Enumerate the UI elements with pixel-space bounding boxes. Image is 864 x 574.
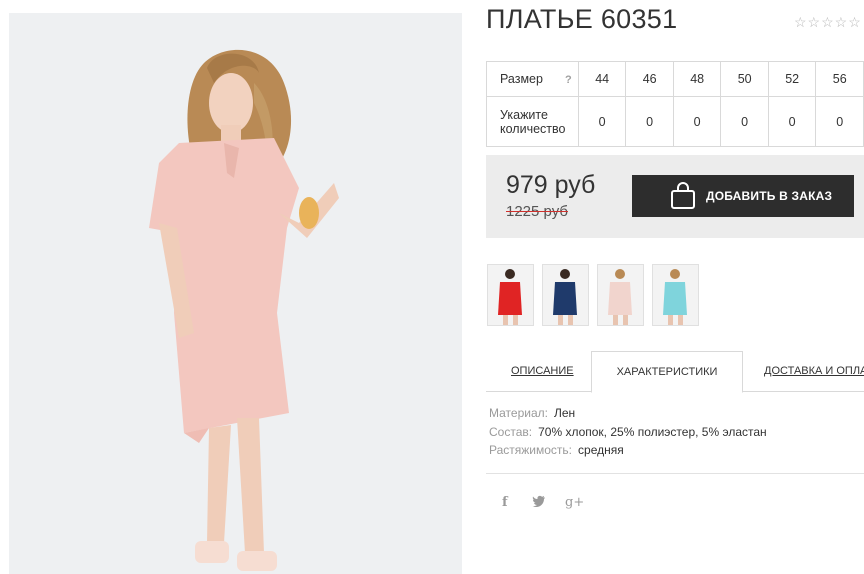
thumbnail-red[interactable] [487, 264, 534, 326]
size-cell-44: 44 [577, 61, 627, 97]
spec-composition: Состав: 70% хлопок, 25% полиэстер, 5% эла… [489, 425, 767, 439]
quantity-input-56[interactable]: 0 [815, 96, 864, 147]
quantity-input-44[interactable]: 0 [577, 96, 627, 147]
product-main-photo[interactable] [9, 13, 462, 574]
quantity-input-50[interactable]: 0 [720, 96, 769, 147]
quantity-input-48[interactable]: 0 [672, 96, 722, 147]
spec-stretch: Растяжимость: средняя [489, 443, 624, 457]
tab-delivery[interactable]: ДОСТАВКА И ОПЛАТА [764, 351, 864, 391]
spec-value: средняя [578, 443, 624, 457]
size-label: Размер [500, 72, 543, 86]
add-to-order-label: ДОБАВИТЬ В ЗАКАЗ [706, 189, 833, 203]
current-price: 979 руб [506, 171, 596, 199]
add-to-order-button[interactable]: ДОБАВИТЬ В ЗАКАЗ [632, 175, 854, 217]
thumbnail-navy[interactable] [542, 264, 589, 326]
size-cell-46: 46 [625, 61, 674, 97]
buy-box: 979 руб 1225 руб ДОБАВИТЬ В ЗАКАЗ [486, 155, 864, 238]
divider [486, 473, 864, 474]
tab-description[interactable]: ОПИСАНИЕ [511, 351, 574, 391]
tab-characteristics[interactable]: ХАРАКТЕРИСТИКИ [591, 351, 743, 393]
facebook-icon[interactable]: f [502, 495, 508, 510]
spec-key: Состав: [489, 425, 533, 439]
spec-value: 70% хлопок, 25% полиэстер, 5% эластан [538, 425, 767, 439]
google-plus-icon[interactable]: g+ [565, 495, 584, 510]
rating-stars-icon[interactable]: ☆☆☆☆☆ [794, 14, 862, 31]
shopping-bag-icon [670, 182, 696, 210]
spec-value: Лен [553, 406, 576, 420]
size-row: Размер? 44 46 48 50 52 56 [486, 61, 864, 97]
quantity-row: Укажите количество 0 0 0 0 0 0 [486, 96, 864, 147]
size-cell-52: 52 [767, 61, 817, 97]
size-quantity-table: Размер? 44 46 48 50 52 56 Укажите количе… [486, 61, 864, 147]
product-title: ПЛАТЬЕ 60351 [486, 4, 678, 34]
old-price: 1225 руб [506, 203, 568, 220]
quantity-label: Укажите количество [486, 96, 579, 147]
help-icon[interactable]: ? [565, 74, 572, 86]
model-illustration [9, 13, 462, 574]
twitter-icon[interactable] [532, 495, 546, 511]
spec-material: Материал: Лен [489, 406, 575, 420]
thumbnail-turquoise[interactable] [652, 264, 699, 326]
spec-key: Растяжимость: [489, 443, 573, 457]
quantity-input-52[interactable]: 0 [767, 96, 817, 147]
size-cell-48: 48 [672, 61, 722, 97]
size-label-cell: Размер? [486, 61, 579, 97]
quantity-input-46[interactable]: 0 [625, 96, 674, 147]
spec-key: Материал: [489, 406, 548, 420]
thumbnail-pink[interactable] [597, 264, 644, 326]
size-cell-50: 50 [720, 61, 769, 97]
size-cell-56: 56 [815, 61, 864, 97]
product-tabs: ОПИСАНИЕ ХАРАКТЕРИСТИКИ ДОСТАВКА И ОПЛАТ… [486, 351, 864, 393]
